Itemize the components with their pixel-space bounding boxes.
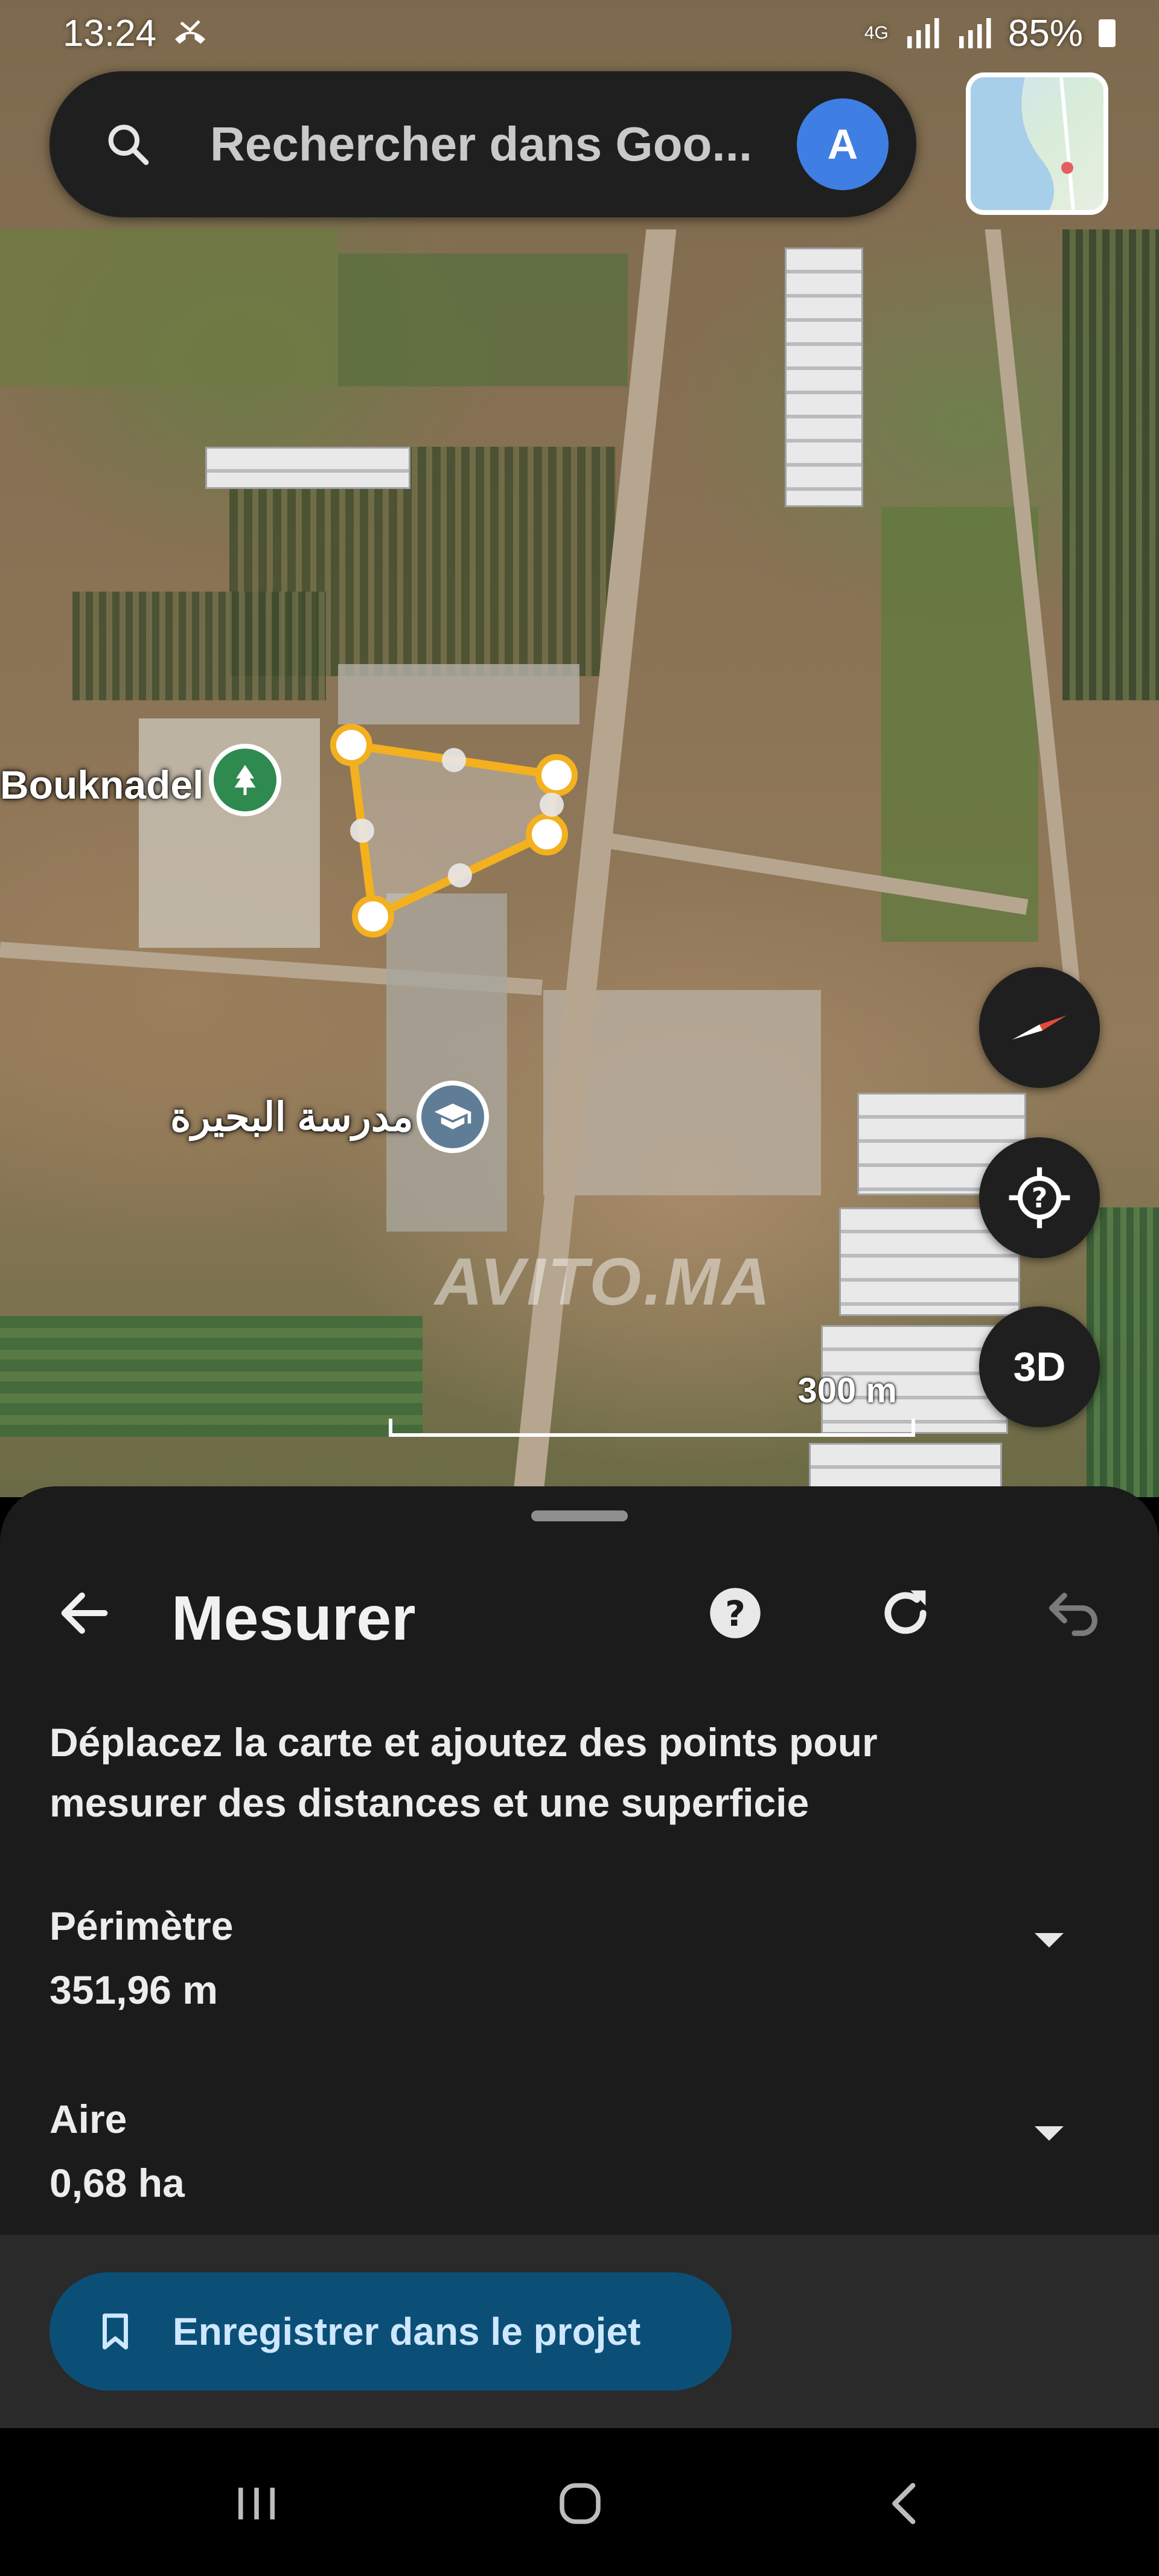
signal-icon [959, 18, 991, 48]
system-nav-bar [0, 2428, 1159, 2576]
status-bar: 13:24 4G 85% [0, 0, 1159, 66]
back-button[interactable] [54, 1583, 115, 1643]
status-time: 13:24 [63, 12, 157, 54]
signal-icon [907, 18, 939, 48]
home-button[interactable] [541, 2464, 619, 2543]
help-icon: ? [710, 1588, 761, 1638]
battery-icon [1099, 19, 1116, 47]
polygon-midpoint[interactable] [350, 819, 374, 843]
search-input[interactable]: Rechercher dans Goo... [210, 117, 797, 172]
polygon-vertex[interactable] [330, 724, 372, 766]
watermark: AVITO.MA [435, 1245, 773, 1319]
map-scale: 300 m [389, 1370, 915, 1437]
sheet-action-bar: Enregistrer dans le projet [0, 2235, 1159, 2428]
recent-apps-button[interactable] [217, 2464, 296, 2543]
network-label: 4G [864, 23, 889, 43]
refresh-icon [884, 1590, 927, 1634]
save-to-project-button[interactable]: Enregistrer dans le projet [49, 2272, 732, 2391]
scale-label: 300 m [797, 1371, 897, 1410]
compass-icon [1012, 1015, 1067, 1040]
missed-call-icon [175, 20, 206, 44]
chevron-down-icon[interactable] [1035, 1933, 1064, 1948]
park-pin-icon[interactable] [209, 744, 281, 816]
polygon-midpoint[interactable] [448, 863, 472, 887]
sheet-header: Mesurer ? [0, 1571, 1159, 1655]
perimeter-value: 351,96 m [49, 1967, 218, 2012]
reset-button[interactable] [875, 1583, 936, 1643]
home-icon [560, 2483, 601, 2524]
place-label-bouknadel[interactable]: Bouknadel [0, 762, 203, 808]
compass-button[interactable] [979, 967, 1100, 1088]
perimeter-row[interactable]: Périmètre 351,96 m [49, 1903, 1112, 2036]
battery-percent: 85% [1007, 12, 1083, 54]
arrow-left-icon [61, 1592, 108, 1634]
measure-instructions: Déplacez la carte et ajoutez des points … [49, 1720, 878, 1825]
polygon-midpoint[interactable] [442, 748, 466, 772]
area-value: 0,68 ha [49, 2161, 185, 2205]
avatar[interactable]: A [797, 98, 889, 190]
school-pin-icon[interactable] [417, 1081, 489, 1153]
page-title: Mesurer [171, 1584, 416, 1654]
search-icon[interactable] [98, 114, 158, 174]
undo-button[interactable] [1044, 1583, 1105, 1643]
svg-text:?: ? [1032, 1181, 1048, 1214]
satellite-map[interactable]: Bouknadel مدرسة البحيرة AVITO.MA 300 m ?… [0, 0, 1159, 1497]
search-bar[interactable]: Rechercher dans Goo... A [49, 71, 916, 217]
polygon-vertex[interactable] [352, 895, 394, 938]
place-label-school[interactable]: مدرسة البحيرة [170, 1094, 413, 1140]
location-help-icon: ? [1009, 1167, 1070, 1229]
map-layer-thumbnail[interactable] [966, 72, 1108, 215]
svg-text:?: ? [725, 1593, 746, 1634]
area-row[interactable]: Aire 0,68 ha [49, 2096, 1112, 2229]
measure-sheet: Mesurer ? Déplacez la carte et ajoutez d… [0, 1486, 1159, 2428]
area-label: Aire [49, 2097, 127, 2141]
back-nav-button[interactable] [867, 2464, 945, 2543]
perimeter-label: Périmètre [49, 1903, 234, 1948]
help-button[interactable]: ? [705, 1583, 765, 1643]
recent-apps-icon [238, 2487, 275, 2520]
undo-icon [1049, 1593, 1097, 1636]
bookmark-icon [103, 2313, 128, 2350]
sheet-drag-handle[interactable] [531, 1510, 628, 1521]
chevron-left-icon [892, 2482, 916, 2525]
scale-bar [389, 1419, 915, 1437]
polygon-vertex[interactable] [535, 754, 578, 796]
chevron-down-icon[interactable] [1035, 2126, 1064, 2141]
polygon-midpoint[interactable] [540, 793, 564, 817]
3d-toggle-button[interactable]: 3D [979, 1306, 1100, 1427]
my-location-button[interactable]: ? [979, 1137, 1100, 1258]
save-button-label: Enregistrer dans le projet [173, 2310, 641, 2353]
polygon-vertex[interactable] [526, 813, 568, 855]
